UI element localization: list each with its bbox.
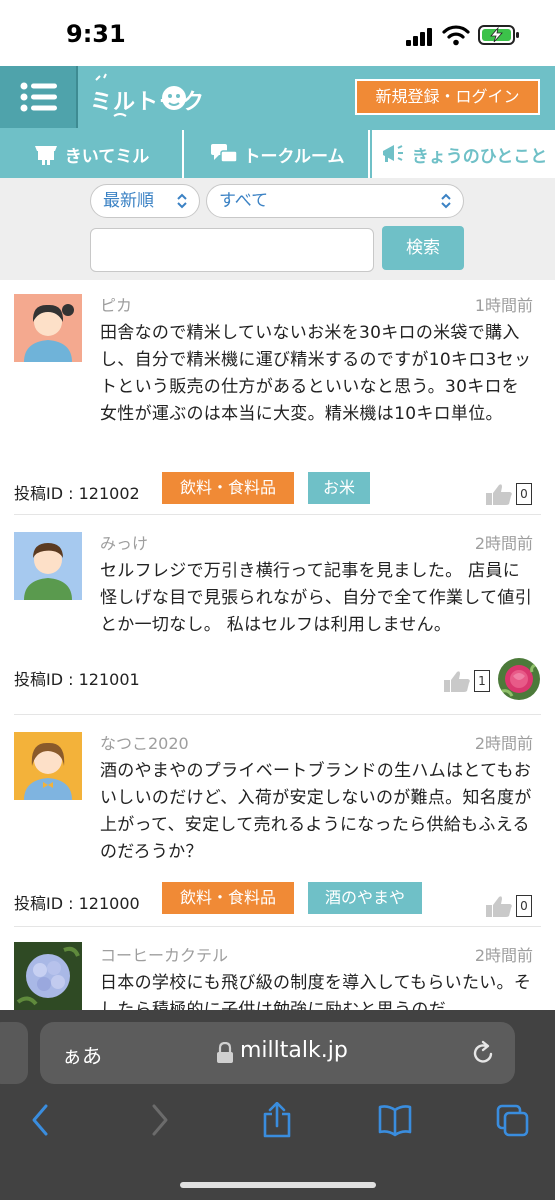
post-id: 投稿ID : 121000	[14, 894, 140, 913]
tag-food-drink[interactable]: 飲料・食料品	[162, 882, 294, 914]
reload-icon[interactable]	[470, 1040, 496, 1066]
tab-talkroom[interactable]: トークルーム	[186, 130, 370, 178]
url-text: milltalk.jp	[240, 1038, 348, 1063]
thumbs-up-icon	[444, 671, 470, 692]
post-username[interactable]: なつこ2020	[100, 730, 189, 754]
updown-chevron-icon	[441, 193, 451, 209]
cellular-signal-icon	[406, 28, 432, 46]
like-button[interactable]: 0	[484, 481, 536, 507]
liker-avatar-rose-icon[interactable]	[498, 658, 540, 700]
tag-rice[interactable]: お米	[308, 472, 370, 504]
post-body: セルフレジで万引き横行って記事を見ました。 店員に怪しげな目で見張られながら、自…	[100, 561, 532, 635]
signup-login-button[interactable]: 新規登録・ログイン	[355, 79, 540, 115]
post-id: 投稿ID : 121002	[14, 484, 140, 503]
tab-hitokoto-label: きょうのひとこと	[411, 146, 548, 167]
back-arrow-icon[interactable]	[24, 1102, 58, 1138]
post-body: 日本の学校にも飛び級の制度を導入してもらいたい。そしたら積極的に子供は勉強に励む…	[100, 973, 532, 1010]
battery-charging-icon	[478, 25, 519, 45]
updown-chevron-icon	[177, 193, 187, 209]
like-count: 0	[516, 895, 532, 917]
post-username[interactable]: コーヒーカクテル	[100, 942, 228, 966]
megaphone-icon	[382, 145, 403, 162]
menu-button[interactable]	[0, 66, 78, 128]
hamburger-menu-icon	[20, 82, 57, 112]
filter-area: 最新順 すべて 検索	[0, 178, 555, 280]
sort-select[interactable]: 最新順	[90, 184, 200, 218]
address-bar[interactable]: ぁあ milltalk.jp	[40, 1022, 515, 1084]
post-body: 田舎なので精米していないお米を30キロの米袋で購入し、自分で精米機に運び精米する…	[100, 323, 532, 424]
tab-kiitemiru[interactable]: きいてミル	[0, 130, 184, 178]
post-username[interactable]: みっけ	[100, 530, 148, 554]
tab-bar: きいてミル トークルーム きょうのひとこと	[0, 128, 555, 178]
app-header: ミルトーク 新規登録・ログイン	[0, 66, 555, 128]
avatar[interactable]	[14, 942, 82, 1010]
bookmarks-icon[interactable]	[378, 1102, 412, 1138]
chat-bubbles-icon	[210, 144, 238, 163]
avatar[interactable]	[14, 532, 82, 600]
divider	[14, 926, 541, 927]
tag-sake-no-yamaya[interactable]: 酒のやまや	[308, 882, 422, 914]
category-select-value: すべて	[219, 191, 269, 211]
page-format-button[interactable]: ぁあ	[62, 1040, 102, 1069]
thumbs-up-icon	[486, 896, 512, 917]
logo-text: ミルトーク	[90, 90, 206, 115]
post-time: 2時間前	[474, 534, 533, 553]
post-username[interactable]: ピカ	[100, 292, 132, 316]
post-body: 酒のやまやのプライベートブランドの生ハムはとてもおいしいのだけど、入荷が安定しな…	[100, 761, 532, 862]
avatar[interactable]	[14, 732, 82, 800]
divider	[14, 514, 541, 515]
status-bar: 9:31	[0, 0, 555, 66]
like-count: 1	[474, 670, 490, 692]
avatar[interactable]	[14, 294, 82, 362]
like-count: 0	[516, 483, 532, 505]
tab-talkroom-label: トークルーム	[243, 146, 345, 167]
post-time: 2時間前	[474, 946, 533, 965]
thumbs-up-icon	[486, 484, 512, 505]
post-id: 投稿ID : 121001	[14, 670, 140, 689]
share-icon[interactable]	[260, 1102, 294, 1138]
wifi-icon	[442, 25, 470, 46]
forward-arrow-icon[interactable]	[142, 1102, 176, 1138]
post-time: 2時間前	[474, 734, 533, 753]
post-time: 1時間前	[474, 296, 533, 315]
post-item: コーヒーカクテル 2時間前 日本の学校にも飛び級の制度を導入してもらいたい。そし…	[0, 942, 555, 1010]
tab-kiitemiru-label: きいてミル	[64, 146, 150, 167]
like-button[interactable]: 0	[484, 893, 536, 919]
browser-bottom-bar: ぁあ milltalk.jp	[0, 1010, 555, 1200]
status-time: 9:31	[66, 20, 126, 48]
lock-icon	[217, 1042, 233, 1063]
booth-icon	[34, 146, 57, 165]
search-input[interactable]	[90, 228, 374, 272]
category-select[interactable]: すべて	[206, 184, 464, 218]
tag-food-drink[interactable]: 飲料・食料品	[162, 472, 294, 504]
tabs-icon[interactable]	[496, 1102, 530, 1138]
divider	[14, 714, 541, 715]
tab-hitokoto[interactable]: きょうのひとこと	[372, 130, 555, 178]
sort-select-value: 最新順	[103, 191, 154, 211]
search-button[interactable]: 検索	[382, 226, 464, 270]
previous-tab-preview[interactable]	[0, 1022, 28, 1084]
like-button[interactable]: 1	[442, 668, 494, 694]
home-indicator	[180, 1182, 376, 1188]
